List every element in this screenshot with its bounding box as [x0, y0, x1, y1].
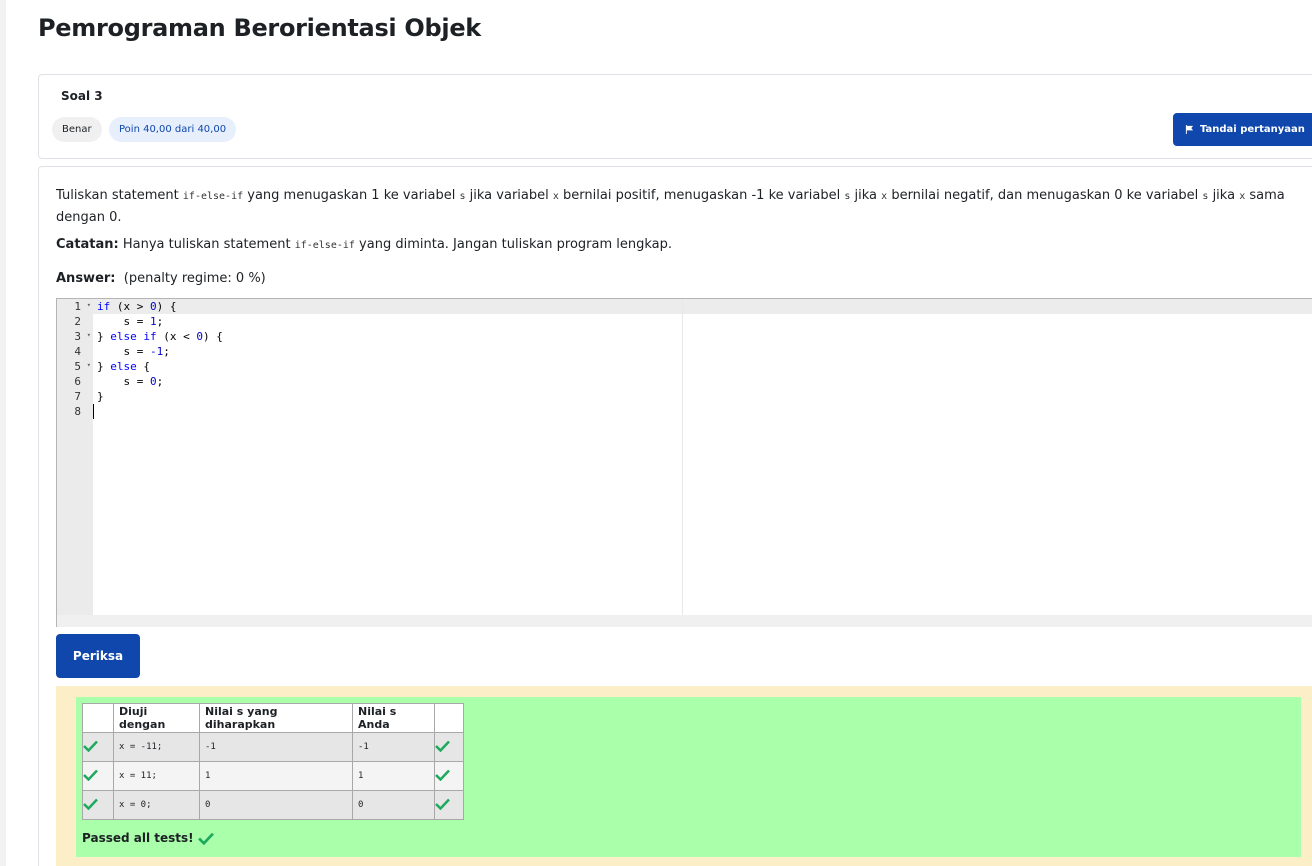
check-icon	[82, 761, 114, 791]
question-note: Catatan: Hanya tuliskan statement if-els…	[56, 237, 673, 252]
page-title: Pemrograman Berorientasi Objek	[38, 14, 481, 42]
line-number: 6	[74, 375, 81, 388]
header-status-2	[434, 703, 464, 733]
code-line[interactable]: } else {	[97, 359, 150, 374]
check-icon	[434, 732, 464, 762]
active-line-highlight	[93, 299, 1312, 314]
test-results-table: Diuji dengan Nilai s yang diharapkan Nil…	[82, 703, 464, 820]
table-row: x = 0; 0 0	[82, 790, 464, 820]
flag-question-label: Tandai pertanyaan	[1200, 124, 1305, 135]
print-margin	[682, 299, 683, 615]
code-line[interactable]: s = -1;	[97, 344, 169, 359]
fold-arrow-icon[interactable]: ▾	[87, 361, 91, 369]
text-cursor	[93, 404, 94, 419]
table-row: x = 11; 1 1	[82, 761, 464, 791]
test-cell: x = 11;	[113, 761, 200, 791]
question-number: Soal 3	[61, 89, 103, 103]
header-status	[82, 703, 114, 733]
code-line[interactable]: } else if (x < 0) {	[97, 329, 223, 344]
check-button[interactable]: Periksa	[56, 634, 140, 678]
expected-cell: 1	[199, 761, 353, 791]
note-label: Catatan:	[56, 237, 119, 252]
table-header-row: Diuji dengan Nilai s yang diharapkan Nil…	[82, 703, 464, 733]
line-number: 8	[74, 405, 81, 418]
grade-badge: Poin 40,00 dari 40,00	[109, 117, 237, 142]
code-line[interactable]: s = 0;	[97, 374, 163, 389]
test-cell: x = -11;	[113, 732, 200, 762]
check-icon	[82, 790, 114, 820]
question-info-card: Soal 3 Benar Poin 40,00 dari 40,00 Tanda…	[38, 74, 1312, 159]
fold-arrow-icon[interactable]: ▾	[87, 331, 91, 339]
check-icon	[82, 732, 114, 762]
code-editor[interactable]: 1 ▾ 2 3 ▾ 4 5 ▾ 6 7 8 if (x > 0) { s = 1; }…	[56, 298, 1312, 627]
header-test: Diuji dengan	[113, 703, 200, 733]
answer-label: Answer: (penalty regime: 0 %)	[56, 271, 266, 286]
header-expected: Nilai s yang diharapkan	[199, 703, 353, 733]
editor-horizontal-scrollbar[interactable]	[57, 615, 1312, 627]
check-icon	[434, 790, 464, 820]
editor-gutter: 1 ▾ 2 3 ▾ 4 5 ▾ 6 7 8	[57, 299, 93, 615]
test-cell: x = 0;	[113, 790, 200, 820]
state-badge: Benar	[52, 117, 102, 142]
table-row: x = -11; -1 -1	[82, 732, 464, 762]
passed-all-tests: Passed all tests!	[82, 831, 214, 846]
left-edge	[0, 0, 6, 866]
got-cell: 0	[352, 790, 435, 820]
check-icon	[434, 761, 464, 791]
got-cell: -1	[352, 732, 435, 762]
line-number: 2	[74, 315, 81, 328]
test-results-inner: Diuji dengan Nilai s yang diharapkan Nil…	[76, 697, 1301, 857]
line-number: 5 ▾	[74, 360, 91, 373]
line-number: 7	[74, 390, 81, 403]
code-line[interactable]: }	[97, 389, 104, 404]
got-cell: 1	[352, 761, 435, 791]
header-got: Nilai s Anda	[352, 703, 435, 733]
flag-question-button[interactable]: Tandai pertanyaan	[1173, 113, 1312, 146]
check-icon	[197, 832, 214, 846]
test-results-panel: Diuji dengan Nilai s yang diharapkan Nil…	[56, 686, 1312, 866]
question-content-card: Tuliskan statement if-else-if yang menug…	[38, 166, 1312, 866]
fold-arrow-icon[interactable]: ▾	[87, 301, 91, 309]
code-line[interactable]: if (x > 0) {	[97, 299, 177, 314]
expected-cell: -1	[199, 732, 353, 762]
expected-cell: 0	[199, 790, 353, 820]
line-number: 3 ▾	[74, 330, 91, 343]
penalty-regime: (penalty regime: 0 %)	[123, 271, 266, 286]
code-line[interactable]: s = 1;	[97, 314, 163, 329]
line-number: 1 ▾	[74, 300, 91, 313]
question-text: Tuliskan statement if-else-if yang menug…	[56, 188, 1285, 225]
line-number: 4	[74, 345, 81, 358]
flag-icon	[1185, 124, 1194, 134]
